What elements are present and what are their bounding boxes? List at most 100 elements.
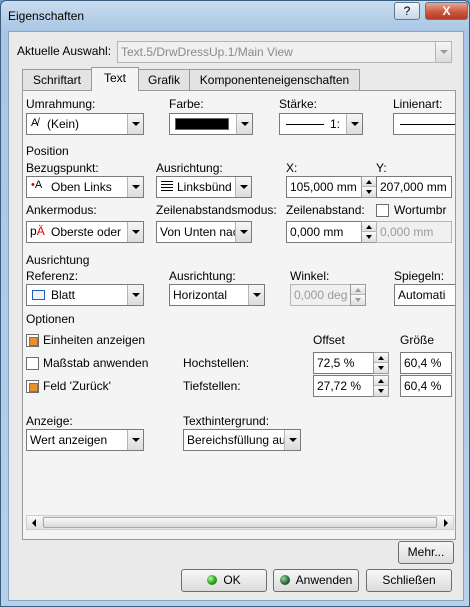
hochstellen-groesse-value: 60,4 % — [404, 356, 442, 370]
align-left-icon — [161, 181, 173, 192]
ausrichtung2-value: Horizontal — [173, 288, 228, 302]
umrahmung-label: Umrahmung: — [26, 97, 96, 111]
tab-grafik[interactable]: Grafik — [138, 69, 190, 90]
referenz-label: Referenz: — [26, 269, 79, 283]
hochstellen-label: Hochstellen: — [183, 356, 250, 370]
winkel-field[interactable]: 0,000 deg — [290, 284, 351, 306]
linienart-label: Linienart: — [393, 97, 443, 111]
linienart-combo[interactable] — [393, 113, 455, 135]
selection-combo[interactable]: Text.5/DrwDressUp.1/Main View — [117, 41, 452, 63]
mehr-button[interactable]: Mehr... — [398, 541, 454, 564]
line-type-icon — [400, 124, 455, 125]
winkel-spinner[interactable] — [350, 284, 366, 306]
winkel-label: Winkel: — [290, 269, 330, 283]
chevron-down-icon[interactable] — [127, 114, 143, 134]
chevron-down-icon[interactable] — [236, 114, 252, 134]
wortumbruch-checkbox[interactable] — [376, 204, 389, 217]
help-button[interactable]: ? — [394, 2, 420, 20]
apply-led-icon — [279, 575, 290, 585]
tab-komponenteneigenschaften[interactable]: Komponenteneigenschaften — [189, 69, 360, 90]
chevron-down-icon[interactable] — [127, 222, 143, 242]
frame-none-icon: A̸ — [31, 117, 39, 129]
ausrichtung-value: Linksbünd — [177, 180, 232, 194]
umrahmung-combo[interactable]: A̸ (Kein) — [26, 113, 144, 135]
spiegeln-label: Spiegeln: — [394, 269, 445, 283]
bezugspunkt-label: Bezugspunkt: — [26, 161, 99, 175]
farbe-label: Farbe: — [169, 97, 204, 111]
anwenden-label: Anwenden — [295, 573, 353, 587]
zeilenabstandsmodus-combo[interactable]: Von Unten nac — [156, 221, 252, 243]
ausrichtung-combo[interactable]: Linksbünd — [156, 176, 252, 198]
chevron-down-icon[interactable] — [346, 114, 362, 134]
y-value: 207,000 mm — [380, 180, 447, 194]
ankermodus-combo[interactable]: pÄ Oberste oder — [26, 221, 144, 243]
groesse-header: Größe — [400, 333, 435, 347]
x-spinner[interactable] — [361, 176, 377, 198]
anzeige-combo[interactable]: Wert anzeigen — [26, 429, 144, 451]
anchor-mode-icon: pÄ — [30, 224, 45, 238]
hochstellen-groesse-field[interactable]: 60,4 % — [400, 352, 452, 374]
ok-led-icon — [207, 575, 218, 585]
staerke-value: 1: — [330, 117, 341, 131]
texthintergrund-label: Texthintergrund: — [183, 414, 270, 428]
ankermodus-label: Ankermodus: — [26, 203, 97, 217]
schliessen-button[interactable]: Schließen — [366, 569, 452, 592]
chevron-down-icon[interactable] — [127, 430, 143, 450]
tiefstellen-offset-spinner[interactable] — [373, 375, 389, 397]
massstab-label: Maßstab anwenden — [43, 356, 149, 370]
optionen-section-label: Optionen — [26, 312, 75, 326]
bezugspunkt-combo[interactable]: •A Oben Links — [26, 176, 144, 198]
spiegeln-combo[interactable]: Automati — [394, 284, 455, 306]
chevron-down-icon[interactable] — [235, 177, 251, 197]
tab-schriftart[interactable]: Schriftart — [22, 69, 92, 90]
hochstellen-offset-spinner[interactable] — [373, 352, 389, 374]
ankermodus-value: Oberste oder — [51, 225, 122, 239]
x-field[interactable]: 105,000 mm — [286, 176, 362, 198]
zeilenabstand-field[interactable]: 0,000 mm — [286, 221, 362, 243]
staerke-label: Stärke: — [279, 97, 318, 111]
tiefstellen-groesse-field[interactable]: 60,4 % — [400, 375, 452, 397]
winkel-value: 0,000 deg — [294, 288, 348, 302]
tiefstellen-offset-value: 27,72 % — [317, 379, 362, 393]
wortumbruch-field[interactable]: 0,000 mm — [376, 221, 452, 243]
scrollbar-thumb[interactable] — [43, 517, 437, 528]
ausrichtung-section-label: Ausrichtung — [26, 253, 90, 267]
properties-dialog: Eigenschaften ? X Aktuelle Auswahl: Text… — [0, 0, 470, 607]
zeilenabstand-value: 0,000 mm — [290, 225, 344, 239]
staerke-combo[interactable]: 1: — [279, 113, 363, 135]
einheiten-checkbox[interactable] — [26, 334, 39, 347]
tab-text[interactable]: Text — [91, 67, 139, 91]
wortumbruch-label: Wortumbr — [394, 203, 447, 217]
referenz-combo[interactable]: Blatt — [26, 284, 144, 306]
y-field[interactable]: 207,000 mm — [376, 176, 452, 198]
ausrichtung2-combo[interactable]: Horizontal — [169, 284, 265, 306]
ausrichtung2-label: Ausrichtung: — [169, 269, 236, 283]
tab-panel-text: Umrahmung: A̸ (Kein) Farbe: Stärke: 1: L… — [22, 90, 456, 540]
massstab-checkbox[interactable] — [26, 357, 39, 370]
chevron-down-icon[interactable] — [127, 285, 143, 305]
scroll-left-icon[interactable] — [27, 516, 42, 529]
hochstellen-offset-field[interactable]: 72,5 % — [313, 352, 374, 374]
zeilenabstand-label: Zeilenabstand: — [286, 203, 365, 217]
title-bar[interactable]: Eigenschaften ? X — [1, 1, 469, 31]
zeilenabstand-spinner[interactable] — [361, 221, 377, 243]
tiefstellen-groesse-value: 60,4 % — [404, 379, 442, 393]
referenz-value: Blatt — [51, 288, 76, 302]
feld-zurueck-label: Feld 'Zurück' — [43, 379, 111, 393]
bezugspunkt-value: Oben Links — [51, 180, 112, 194]
chevron-down-icon[interactable] — [127, 177, 143, 197]
farbe-combo[interactable] — [169, 113, 253, 135]
texthintergrund-combo[interactable]: Bereichsfüllung au — [183, 429, 301, 451]
chevron-down-icon[interactable] — [235, 222, 251, 242]
feld-zurueck-checkbox[interactable] — [26, 380, 39, 393]
anwenden-button[interactable]: Anwenden — [273, 569, 359, 592]
close-button[interactable]: X — [425, 2, 468, 20]
scroll-right-icon[interactable] — [438, 516, 453, 529]
chevron-down-icon[interactable] — [435, 42, 451, 62]
chevron-down-icon[interactable] — [248, 285, 264, 305]
chevron-down-icon[interactable] — [284, 430, 300, 450]
anzeige-label: Anzeige: — [26, 414, 73, 428]
tiefstellen-offset-field[interactable]: 27,72 % — [313, 375, 374, 397]
ok-button[interactable]: OK — [181, 569, 267, 592]
horizontal-scrollbar[interactable] — [26, 515, 454, 530]
